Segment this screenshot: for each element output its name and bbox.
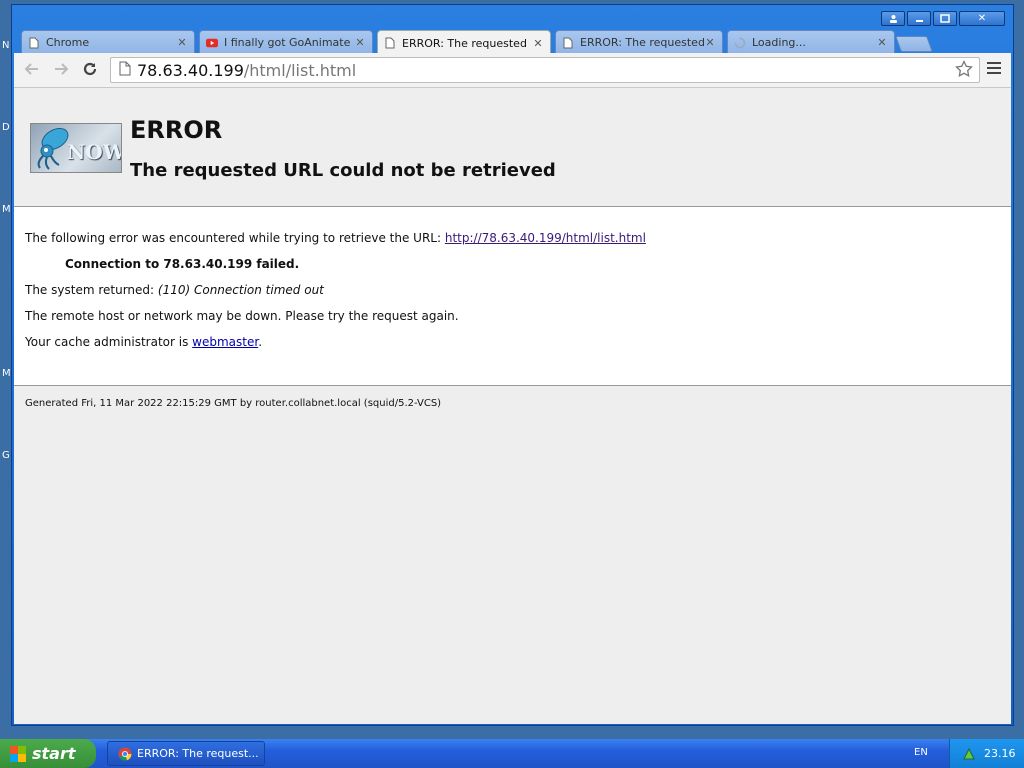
system-tray: 23.16 [949, 739, 1024, 768]
tab-chrome[interactable]: Chrome ✕ [21, 30, 195, 54]
chrome-menu-icon[interactable] [987, 62, 1001, 77]
cache-admin-label: Your cache administrator is [25, 335, 193, 349]
tab-loading[interactable]: Loading... ✕ [727, 30, 895, 54]
profile-icon[interactable] [881, 11, 905, 26]
minimize-button[interactable] [907, 11, 931, 26]
squid-logo: NOW [30, 123, 122, 173]
webmaster-link[interactable]: webmaster [192, 335, 258, 349]
desktop-icon-label: M [2, 204, 11, 215]
remote-host-text: The remote host or network may be down. … [25, 309, 459, 323]
tab-title: Loading... [752, 36, 806, 49]
language-indicator[interactable]: EN [914, 747, 928, 758]
tab-title: Chrome [46, 36, 90, 49]
start-button[interactable]: start [0, 739, 96, 768]
clock: 23.16 [984, 747, 1016, 760]
page-icon [562, 37, 574, 49]
close-tab-icon[interactable]: ✕ [704, 36, 716, 49]
browser-toolbar: 78.63.40.199/html/list.html [14, 53, 1011, 88]
desktop-icon-label: M [2, 368, 11, 379]
youtube-icon [206, 37, 218, 49]
forward-button[interactable] [50, 60, 72, 80]
connection-failed-text: Connection to 78.63.40.199 failed. [65, 257, 300, 271]
close-tab-icon[interactable]: ✕ [532, 37, 544, 50]
chrome-icon [118, 747, 132, 760]
desktop-icon-label: G [2, 450, 10, 461]
taskbar-item-chrome[interactable]: ERROR: The request... [107, 741, 265, 766]
page-icon [28, 37, 40, 49]
error-header: NOW ERROR The requested URL could not be… [14, 88, 1011, 207]
back-arrow-icon [24, 63, 38, 75]
close-tab-icon[interactable]: ✕ [876, 36, 888, 49]
close-window-button[interactable]: ✕ [959, 11, 1005, 26]
maximize-button[interactable] [933, 11, 957, 26]
page-icon [119, 61, 131, 80]
error-url-line: The following error was encountered whil… [25, 231, 646, 245]
tab-youtube[interactable]: I finally got GoAnimate F ✕ [199, 30, 373, 54]
window-controls: ✕ [881, 11, 1005, 26]
taskbar-item-label: ERROR: The request... [137, 747, 259, 760]
reload-button[interactable] [79, 60, 101, 80]
error-url-link[interactable]: http://78.63.40.199/html/list.html [445, 231, 646, 245]
tab-title: I finally got GoAnimate F [224, 36, 354, 49]
system-returned-line: The system returned: (110) Connection ti… [25, 283, 324, 297]
page-title: ERROR [130, 116, 223, 144]
page-footer: Generated Fri, 11 Mar 2022 22:15:29 GMT … [25, 398, 442, 409]
url-path: /html/list.html [243, 60, 357, 80]
close-tab-icon[interactable]: ✕ [176, 36, 188, 49]
cache-admin-line: Your cache administrator is webmaster. [25, 335, 262, 349]
page-content: NOW ERROR The requested URL could not be… [14, 88, 1011, 724]
tab-error[interactable]: ERROR: The requested ✕ [555, 30, 723, 54]
page-subtitle: The requested URL could not be retrieved [130, 160, 556, 181]
desktop-icon-label: N [2, 40, 10, 51]
tab-strip: Chrome ✕ I finally got GoAnimate F ✕ ERR… [21, 30, 1011, 55]
forward-arrow-icon [55, 63, 69, 75]
page-icon [384, 37, 396, 49]
system-returned-error: (110) Connection timed out [157, 283, 324, 297]
cache-admin-end: . [258, 335, 263, 349]
tab-title: ERROR: The requested [580, 36, 704, 49]
start-label: start [32, 744, 76, 763]
tab-title: ERROR: The requested [402, 36, 527, 50]
url-host: 78.63.40.199 [137, 60, 244, 80]
browser-window: ✕ Chrome ✕ I finally got GoAnimate F ✕ E… [11, 4, 1014, 726]
desktop-icon-label: D [2, 122, 10, 133]
error-body: The following error was encountered whil… [14, 207, 1011, 386]
reload-icon [83, 62, 97, 76]
back-button[interactable] [21, 60, 43, 80]
bookmark-star-icon[interactable] [955, 59, 973, 83]
loading-icon [734, 37, 746, 49]
tray-app-icon[interactable] [962, 747, 976, 761]
close-tab-icon[interactable]: ✕ [354, 36, 366, 49]
system-returned-label: The system returned: [25, 283, 158, 297]
address-bar[interactable]: 78.63.40.199/html/list.html [110, 57, 980, 83]
new-tab-button[interactable] [895, 36, 933, 52]
tab-error-active[interactable]: ERROR: The requested ✕ [377, 30, 551, 55]
taskbar: start ERROR: The request... EN 23.16 [0, 739, 1024, 768]
windows-logo-icon [10, 745, 26, 762]
error-url-label: The following error was encountered whil… [25, 231, 445, 245]
logo-text: NOW [67, 140, 122, 164]
